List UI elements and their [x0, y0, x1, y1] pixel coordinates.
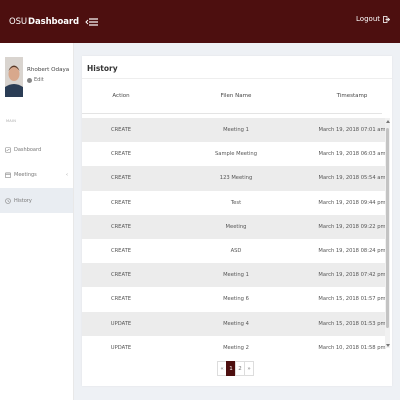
- cell-file-name: Meeting: [225, 223, 247, 230]
- cell-timestamp: March 15, 2018 01:53 pm: [318, 320, 386, 327]
- card-title: History: [87, 64, 118, 73]
- cell-file-name: Meeting 1: [223, 127, 249, 133]
- edit-icon: [27, 77, 32, 83]
- cell-file-name: Meeting 4: [223, 320, 249, 327]
- logout-button[interactable]: Logout: [356, 15, 390, 23]
- cell-file-name: ASD: [230, 247, 242, 254]
- cell-action: CREATE: [110, 127, 132, 133]
- avatar: [5, 57, 23, 97]
- chevron-left-icon: ‹: [66, 171, 68, 178]
- cell-timestamp: March 19, 2018 07:01 am: [318, 127, 386, 133]
- sidebar-item-dashboard[interactable]: Dashboard: [0, 137, 73, 162]
- cell-file-name: Meeting 2: [223, 344, 249, 351]
- cell-timestamp: March 19, 2018 06:03 am: [318, 151, 386, 158]
- sidebar-item-history[interactable]: History: [0, 188, 73, 213]
- cell-timestamp: March 19, 2018 09:44 pm: [318, 199, 386, 206]
- user-name: Rhobert Odaya: [27, 67, 70, 73]
- edit-profile-link[interactable]: Edit: [27, 77, 44, 83]
- table-row: CREATE Meeting March 19, 2018 09:22 pm: [82, 214, 386, 239]
- cell-file-name: Sample Meeting: [214, 151, 258, 158]
- table-row: CREATE Meeting 6 March 15, 2018 01:57 pm: [82, 287, 386, 311]
- table-header: Action Filen Name Timestamp: [82, 86, 382, 106]
- table-scrollbar[interactable]: [385, 118, 390, 348]
- table-row: CREATE Sample Meeting March 19, 2018 06:…: [82, 142, 386, 166]
- sidebar-section-label: MAIN: [6, 119, 17, 123]
- meetings-icon: [5, 171, 11, 178]
- sidebar-item-label: Dashboard: [14, 146, 42, 153]
- table-row: CREATE 123 Meeting March 19, 2018 05:54 …: [82, 166, 386, 191]
- divider: [82, 113, 382, 114]
- cell-timestamp: March 19, 2018 08:24 pm: [318, 247, 386, 254]
- pagination: « 1 2 »: [217, 361, 254, 376]
- cell-action: CREATE: [110, 272, 132, 279]
- cell-action: CREATE: [110, 199, 132, 206]
- cell-action: CREATE: [110, 151, 132, 158]
- logout-icon: [383, 15, 390, 23]
- dashboard-icon: [5, 146, 11, 153]
- scrollbar-thumb[interactable]: [386, 128, 389, 328]
- user-profile: Rhobert Odaya Edit: [5, 57, 73, 97]
- sidebar-item-label: History: [14, 197, 32, 204]
- column-header-action: Action: [112, 93, 130, 99]
- cell-timestamp: March 19, 2018 05:54 am: [318, 175, 386, 182]
- history-table-body: CREATE Meeting 1 March 19, 2018 07:01 am…: [82, 118, 386, 360]
- scroll-down-arrow-icon[interactable]: [385, 342, 390, 348]
- menu-toggle-icon[interactable]: [85, 17, 99, 27]
- history-icon: [5, 197, 11, 204]
- divider: [82, 78, 392, 79]
- sidebar: Rhobert Odaya Edit MAIN Dashboard Meetin…: [0, 43, 74, 400]
- brand-light-text: OSU: [9, 16, 28, 27]
- cell-action: UPDATE: [110, 320, 132, 327]
- cell-timestamp: March 19, 2018 07:42 pm: [318, 272, 386, 279]
- logout-label: Logout: [356, 15, 380, 23]
- table-row: UPDATE Meeting 2 March 10, 2018 01:58 pm: [82, 336, 386, 360]
- table-row: CREATE Meeting 1 March 19, 2018 07:42 pm: [82, 263, 386, 288]
- cell-file-name: 123 Meeting: [219, 175, 253, 182]
- next-page-button[interactable]: »: [244, 361, 254, 376]
- scroll-up-arrow-icon[interactable]: [385, 118, 390, 124]
- cell-action: CREATE: [110, 296, 132, 303]
- brand-logo[interactable]: OSU Dashboard: [9, 17, 79, 27]
- table-row: CREATE Meeting 1 March 19, 2018 07:01 am: [82, 118, 386, 143]
- edit-label: Edit: [34, 77, 44, 83]
- table-row: UPDATE Meeting 4 March 15, 2018 01:53 pm: [82, 311, 386, 336]
- cell-timestamp: March 10, 2018 01:58 pm: [318, 344, 386, 351]
- cell-action: CREATE: [110, 175, 132, 182]
- cell-action: UPDATE: [110, 344, 132, 351]
- sidebar-item-label: Meetings: [14, 171, 37, 178]
- table-row: CREATE Test March 19, 2018 09:44 pm: [82, 191, 386, 215]
- history-card: History Action Filen Name Timestamp CREA…: [82, 56, 392, 386]
- column-header-timestamp: Timestamp: [336, 93, 368, 99]
- cell-file-name: Meeting 1: [223, 272, 249, 279]
- cell-action: CREATE: [110, 247, 132, 254]
- cell-file-name: Meeting 6: [223, 296, 249, 303]
- column-header-file-name: Filen Name: [220, 93, 252, 99]
- cell-timestamp: March 15, 2018 01:57 pm: [318, 296, 386, 303]
- top-navbar: OSU Dashboard Logout: [0, 0, 400, 43]
- brand-bold-text: Dashboard: [28, 16, 79, 27]
- sidebar-item-meetings[interactable]: Meetings ‹: [0, 162, 73, 187]
- table-row: CREATE ASD March 19, 2018 08:24 pm: [82, 239, 386, 263]
- cell-file-name: Test: [230, 199, 242, 206]
- cell-action: CREATE: [110, 223, 132, 230]
- cell-timestamp: March 19, 2018 09:22 pm: [318, 223, 386, 230]
